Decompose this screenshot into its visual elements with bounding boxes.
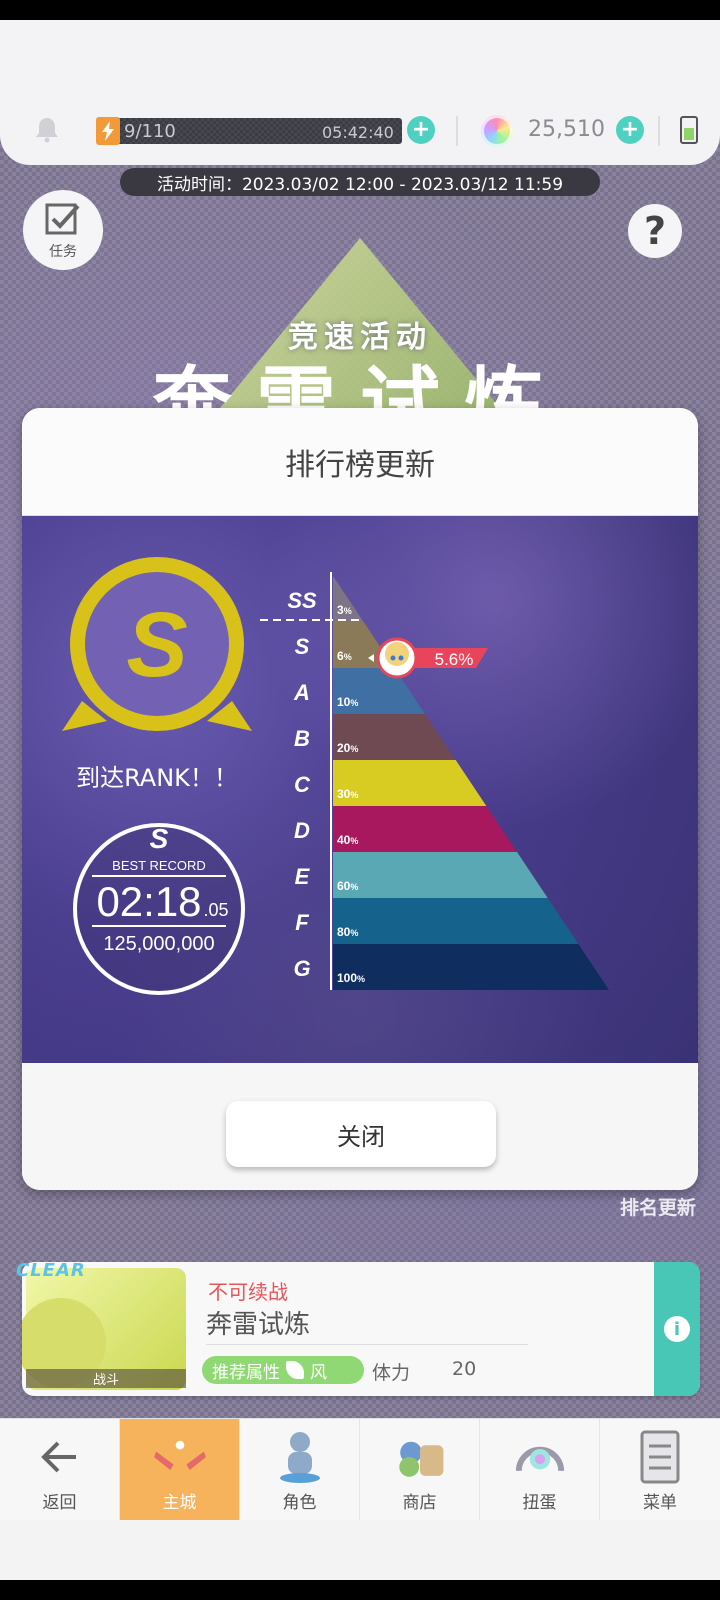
task-button[interactable]: 任务 [23, 190, 103, 270]
tier-percent-label: 3% [337, 603, 352, 617]
tier-rank-label: S [295, 634, 310, 659]
add-gem-button[interactable]: + [616, 116, 644, 144]
tier-percent-label: 20% [337, 741, 358, 755]
nav-label: 扭蛋 [522, 1493, 557, 1513]
add-stamina-button[interactable]: + [407, 116, 435, 144]
gem-count: 25,510 [528, 117, 605, 142]
tier-percent-label: 80% [337, 925, 358, 939]
quest-thumbnail: 战斗 [22, 1268, 186, 1390]
battery-icon [680, 116, 698, 144]
quest-stamina-value: 20 [452, 1358, 477, 1380]
gacha-icon [513, 1430, 567, 1484]
divider [658, 116, 660, 146]
tier-rank-label: E [295, 864, 311, 889]
ranking-panel: S 到达RANK！！ S BEST RECORD 02:18 .05 125,0… [22, 516, 698, 1063]
record-time-fraction: .05 [203, 900, 228, 920]
info-icon: i [664, 1316, 690, 1342]
stamina-count: 9/110 [124, 121, 176, 142]
nav-gacha[interactable]: 扭蛋 [480, 1419, 600, 1521]
system-nav-area [0, 1520, 720, 1580]
nav-menu[interactable]: 菜单 [600, 1419, 720, 1521]
event-time: 活动时间：2023.03/02 12:00 - 2023.03/12 11:59 [120, 168, 600, 196]
dialog-footer: 关闭 [22, 1063, 698, 1190]
rank-pyramid: SS 3% S 6% A 10% B 20% C 30% D 40% E 60% F 80% G 100% [287, 576, 609, 990]
tier-rank-label: D [294, 818, 310, 843]
tier-percent-label: 40% [337, 833, 358, 847]
event-title: 奔雷试炼 [152, 358, 568, 410]
divider [206, 1344, 528, 1345]
quest-card[interactable]: 战斗 不可续战 奔雷试炼 推荐属性 风 体力 20 i [22, 1262, 700, 1396]
nav-back[interactable]: 返回 [0, 1419, 120, 1521]
ranking-update-dialog: 排行榜更新 S 到达RANK！！ S BEST RECORD 02:18 .05 [22, 408, 698, 1190]
checkbox-icon [45, 203, 80, 235]
record-score: 125,000,000 [103, 933, 214, 955]
quest-stamina-label: 体力 [372, 1362, 411, 1384]
shop-icon [393, 1430, 447, 1484]
divider [456, 116, 458, 146]
notification-bell-icon[interactable] [33, 115, 61, 143]
rank-badge-letter: S [126, 594, 187, 696]
nav-main-city[interactable]: 主城 [120, 1419, 240, 1521]
player-rank-marker: 5.6% [368, 637, 488, 679]
tier-rank-label: B [294, 726, 310, 751]
task-label: 任务 [49, 244, 77, 260]
quest-thumb-label: 战斗 [26, 1369, 186, 1388]
stamina-bolt-icon [96, 117, 120, 145]
tier-band-g [333, 944, 609, 990]
best-record: S BEST RECORD 02:18 .05 125,000,000 [73, 823, 245, 995]
back-arrow-icon [33, 1430, 87, 1484]
close-button[interactable]: 关闭 [226, 1101, 496, 1167]
tier-rank-label: SS [287, 588, 317, 613]
bottom-navigation: 返回 主城 角色 商店 扭蛋 菜单 [0, 1418, 720, 1521]
player-percent: 5.6% [435, 650, 474, 669]
record-time: 02:18 [96, 878, 201, 925]
nav-label: 返回 [42, 1493, 77, 1513]
record-rank: S [150, 823, 169, 854]
tier-rank-label: C [294, 772, 311, 797]
ranking-chart: S 到达RANK！！ S BEST RECORD 02:18 .05 125,0… [62, 557, 609, 995]
tier-band-e [333, 852, 548, 898]
nav-label: 菜单 [643, 1493, 677, 1513]
tier-percent-label: 30% [337, 787, 358, 801]
nav-label: 角色 [282, 1493, 317, 1513]
wind-leaf-icon [286, 1361, 304, 1379]
tier-percent-label: 6% [337, 649, 352, 663]
nav-shop[interactable]: 商店 [360, 1419, 480, 1521]
nav-label: 主城 [162, 1493, 197, 1513]
quest-name: 奔雷试炼 [206, 1310, 311, 1340]
tier-percent-label: 10% [337, 695, 358, 709]
gem-icon [481, 115, 513, 147]
tier-rank-label: A [293, 680, 310, 705]
recommended-attribute: 推荐属性 风 [202, 1356, 364, 1384]
castle-icon [153, 1430, 207, 1484]
nav-label: 商店 [402, 1493, 437, 1513]
rank-badge: S [62, 557, 252, 731]
help-button[interactable]: ? [628, 204, 682, 258]
dialog-title: 排行榜更新 [22, 408, 698, 516]
clear-tag: CLEAR [16, 1260, 86, 1281]
tier-rank-label: G [293, 956, 310, 981]
quest-info-button[interactable]: i [654, 1262, 700, 1396]
tier-band-f [333, 898, 579, 944]
quest-status: 不可续战 [208, 1280, 288, 1304]
menu-icon [633, 1430, 687, 1484]
attr-label: 推荐属性 [212, 1362, 280, 1383]
rank-reached-text: 到达RANK！！ [76, 764, 238, 792]
record-label: BEST RECORD [112, 858, 206, 873]
tier-percent-label: 60% [337, 879, 358, 893]
stamina-timer: 05:42:40 [322, 123, 394, 142]
tier-band-d [333, 806, 517, 852]
character-icon [273, 1430, 327, 1484]
attr-value: 风 [310, 1362, 327, 1383]
nav-character[interactable]: 角色 [240, 1419, 360, 1521]
tier-percent-label: 100% [337, 971, 365, 985]
ranking-update-label[interactable]: 排名更新 [620, 1193, 696, 1220]
tier-rank-label: F [295, 910, 309, 935]
